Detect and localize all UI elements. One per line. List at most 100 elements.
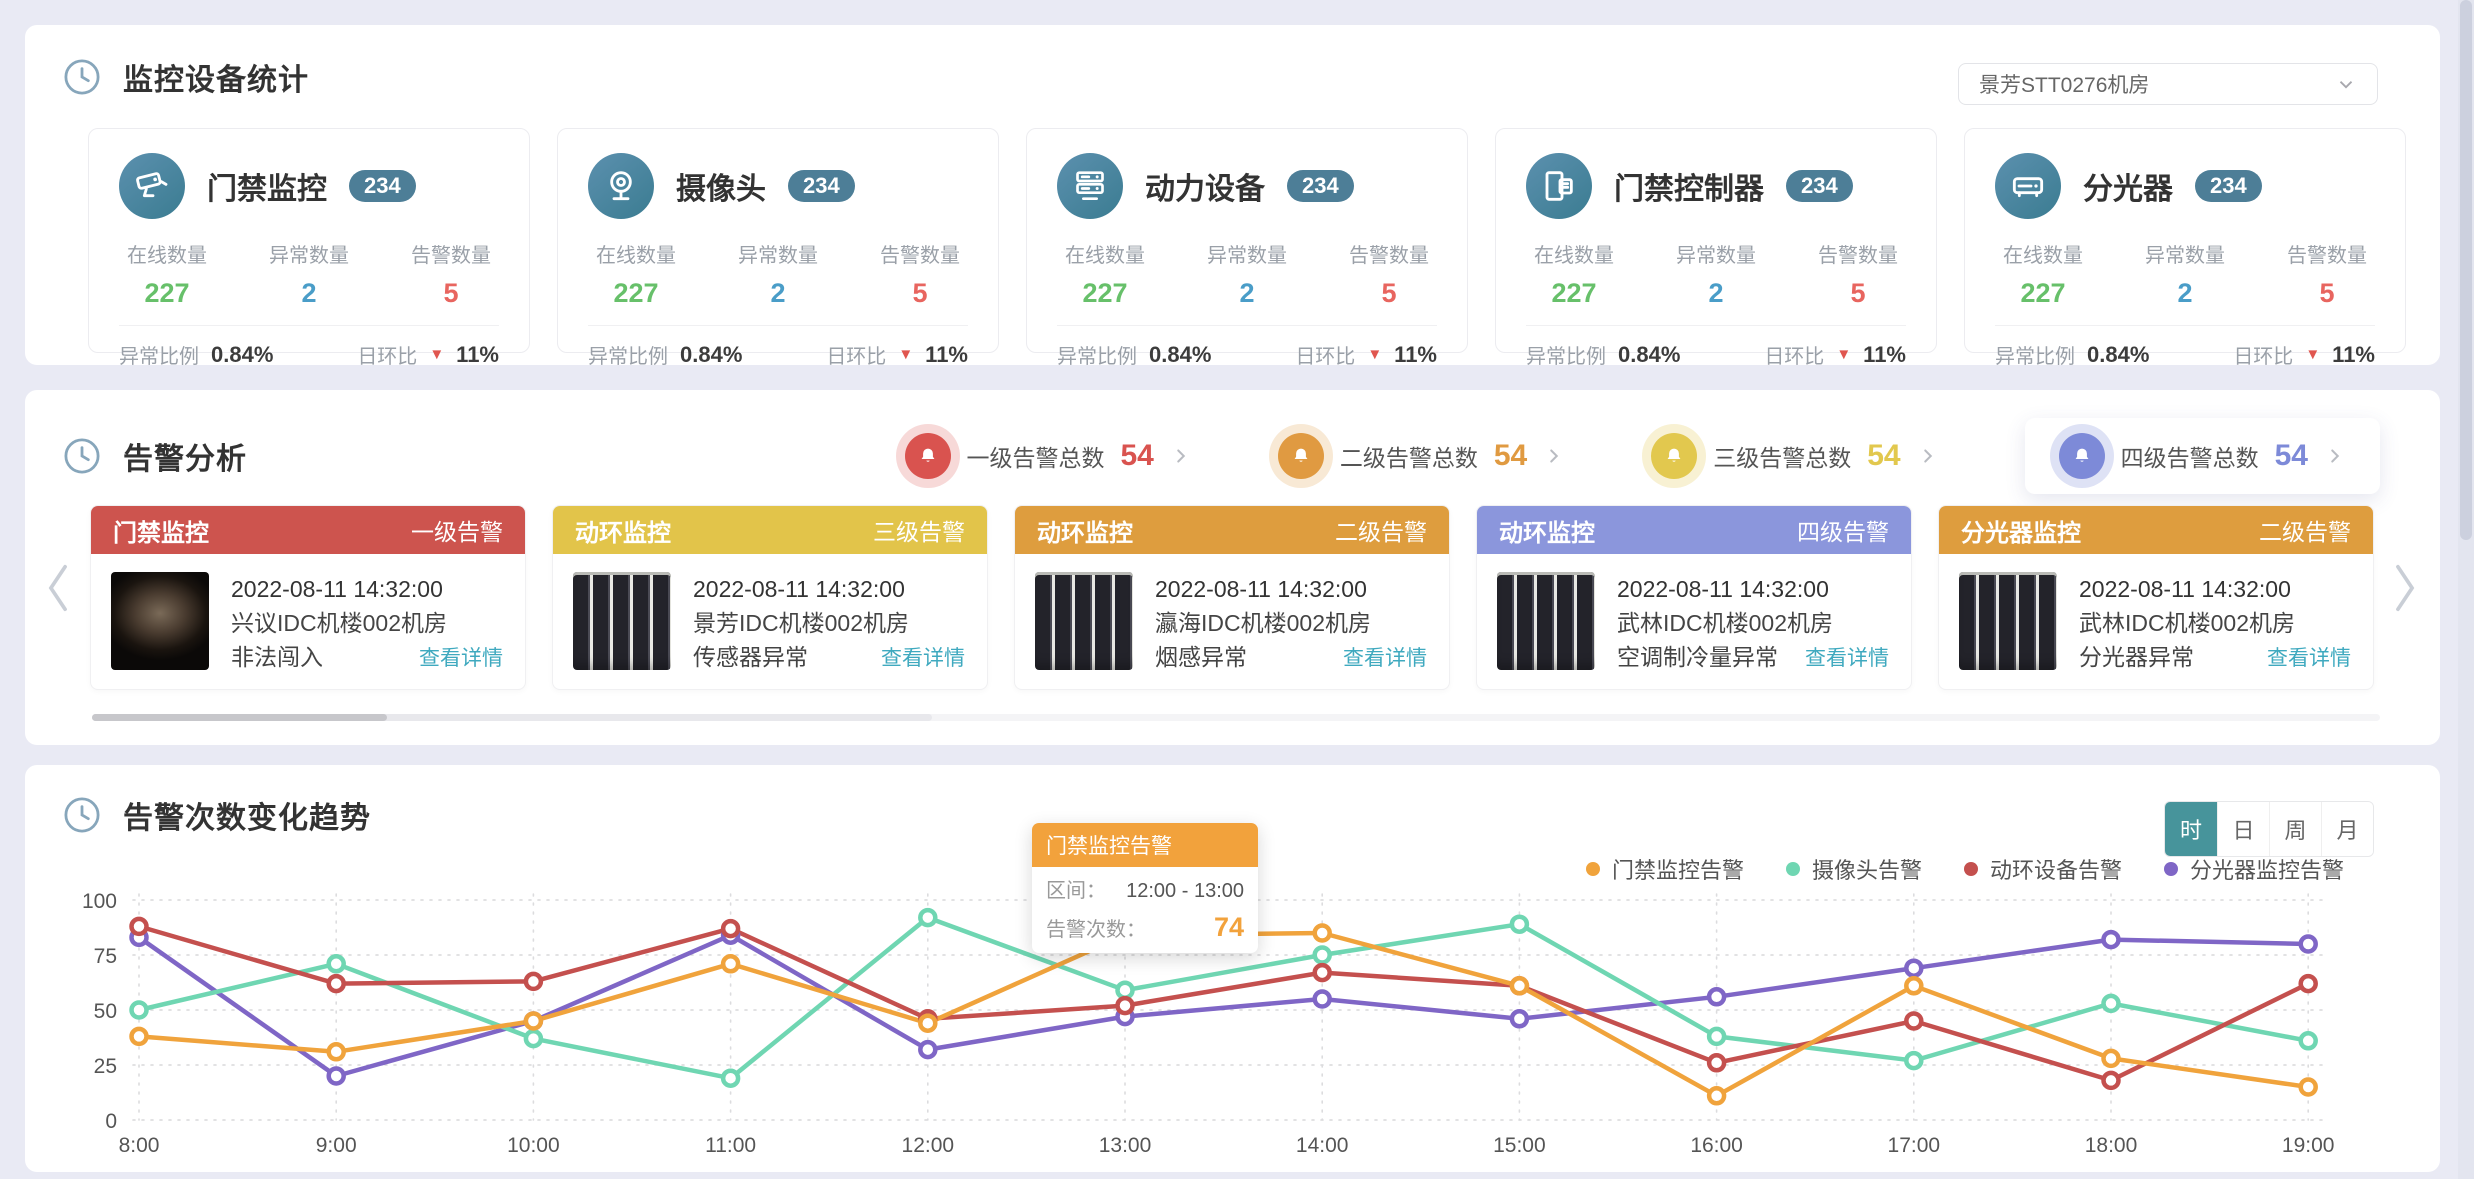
carousel-prev-button[interactable] (41, 555, 75, 621)
svg-text:14:00: 14:00 (1296, 1134, 1349, 1157)
view-details-link[interactable]: 查看详情 (2267, 642, 2351, 676)
chevron-right-icon[interactable] (2324, 445, 2346, 467)
alarm-card-header: 动环监控 三级告警 (553, 506, 987, 554)
svg-text:19:00: 19:00 (2282, 1134, 2335, 1157)
clock-icon (61, 56, 103, 98)
carousel-scrollbar[interactable] (92, 714, 2380, 721)
alarm-source: 分光器监控 (1961, 513, 2081, 548)
alarm-time: 2022-08-11 14:32:00 (1617, 572, 1891, 606)
day-over-day-label: 日环比 (2233, 340, 2293, 369)
device-name: 门禁监控 (207, 164, 327, 208)
chevron-down-icon (2335, 73, 2357, 95)
page-scrollbar[interactable] (2458, 0, 2474, 1179)
alarm-bell-icon (1278, 433, 1324, 479)
alarm-card[interactable]: 动环监控 四级告警 2022-08-11 14:32:00 武林IDC机楼002… (1476, 505, 1912, 690)
view-details-link[interactable]: 查看详情 (419, 642, 503, 676)
room-selector-dropdown[interactable]: 景芳STT0276机房 (1958, 63, 2378, 105)
alarm-count-value: 5 (1341, 278, 1437, 309)
chevron-right-icon[interactable] (1917, 445, 1939, 467)
alarm-level-summary[interactable]: 四级告警总数 54 (2025, 418, 2380, 494)
alarm-location: 景芳IDC机楼002机房 (693, 606, 967, 640)
device-name: 摄像头 (676, 164, 766, 208)
alarm-level: 二级告警 (2259, 513, 2351, 547)
page-title: 监控设备统计 (123, 55, 309, 99)
device-name: 动力设备 (1145, 164, 1265, 208)
device-stat-card-header: 动力设备 234 (1057, 153, 1437, 219)
device-name: 分光器 (2083, 164, 2173, 208)
alarm-thumbnail (111, 572, 209, 670)
abnormal-count-label: 异常数量 (261, 239, 357, 268)
abnormal-ratio-value: 0.84% (1149, 342, 1211, 368)
alarm-thumbnail (573, 572, 671, 670)
alarm-time: 2022-08-11 14:32:00 (1155, 572, 1429, 606)
divider (1995, 325, 2375, 326)
room-selector-value: 景芳STT0276机房 (1979, 69, 2149, 99)
chevron-right-icon[interactable] (1170, 445, 1192, 467)
alarm-card-header: 分光器监控 二级告警 (1939, 506, 2373, 554)
device-stat-card-header: 门禁监控 234 (119, 153, 499, 219)
abnormal-count-value: 2 (261, 278, 357, 309)
abnormal-count-label: 异常数量 (1199, 239, 1295, 268)
abnormal-ratio-value: 0.84% (2087, 342, 2149, 368)
svg-text:100: 100 (82, 890, 117, 913)
day-over-day-label: 日环比 (357, 340, 417, 369)
alarm-card[interactable]: 动环监控 二级告警 2022-08-11 14:32:00 瀛海IDC机楼002… (1014, 505, 1450, 690)
webcam-icon (588, 153, 654, 219)
device-stat-cards: 门禁监控 234 在线数量 227 异常数量 2 告警数量 (88, 128, 2406, 353)
alarm-thumbnail (1035, 572, 1133, 670)
carousel-next-button[interactable] (2388, 555, 2422, 621)
device-stat-card: 摄像头 234 在线数量 227 异常数量 2 告警数量 (557, 128, 999, 353)
svg-text:75: 75 (94, 945, 117, 968)
alarm-card-header: 门禁监控 一级告警 (91, 506, 525, 554)
alarm-analysis-title: 告警分析 (123, 434, 247, 478)
tooltip-range-label: 区间： (1046, 874, 1106, 903)
alarm-card-header: 动环监控 二级告警 (1015, 506, 1449, 554)
svg-text:8:00: 8:00 (119, 1134, 160, 1157)
alarm-count-label: 告警数量 (1810, 239, 1906, 268)
day-over-day-label: 日环比 (1295, 340, 1355, 369)
alarm-level-count: 54 (2275, 439, 2308, 473)
view-details-link[interactable]: 查看详情 (1805, 642, 1889, 676)
alarm-level-count: 54 (1494, 439, 1527, 473)
alarm-card[interactable]: 动环监控 三级告警 2022-08-11 14:32:00 景芳IDC机楼002… (552, 505, 988, 690)
abnormal-ratio-value: 0.84% (1618, 342, 1680, 368)
svg-text:18:00: 18:00 (2085, 1134, 2138, 1157)
alarm-level-summary[interactable]: 三级告警总数 54 (1651, 433, 1938, 479)
alarm-level: 二级告警 (1335, 513, 1427, 547)
alarm-thumbnail (1497, 572, 1595, 670)
svg-text:50: 50 (94, 1000, 117, 1023)
alarm-level-summary[interactable]: 一级告警总数 54 (905, 433, 1192, 479)
abnormal-count-value: 2 (730, 278, 826, 309)
trend-down-icon: ▼ (1836, 346, 1851, 363)
divider (1526, 325, 1906, 326)
trend-down-icon: ▼ (429, 346, 444, 363)
alarm-count-value: 5 (1810, 278, 1906, 309)
alarm-card[interactable]: 门禁监控 一级告警 2022-08-11 14:32:00 兴议IDC机楼002… (90, 505, 526, 690)
svg-text:17:00: 17:00 (1888, 1134, 1941, 1157)
page-scrollbar-thumb[interactable] (2460, 0, 2472, 540)
alarm-bell-icon (1651, 433, 1697, 479)
alarm-location: 瀛海IDC机楼002机房 (1155, 606, 1429, 640)
svg-text:13:00: 13:00 (1099, 1134, 1152, 1157)
alarm-count-value: 5 (403, 278, 499, 309)
clock-icon (61, 435, 103, 477)
view-details-link[interactable]: 查看详情 (1343, 642, 1427, 676)
trend-down-icon: ▼ (898, 346, 913, 363)
device-count-badge: 234 (1786, 170, 1853, 202)
view-details-link[interactable]: 查看详情 (881, 642, 965, 676)
device-count-badge: 234 (349, 170, 416, 202)
abnormal-ratio-value: 0.84% (211, 342, 273, 368)
alarm-level-summary[interactable]: 二级告警总数 54 (1278, 433, 1565, 479)
alarm-count-label: 告警数量 (2279, 239, 2375, 268)
carousel-scrollbar-thumb[interactable] (92, 714, 387, 721)
alarm-level-label: 二级告警总数 (1340, 439, 1478, 473)
svg-text:15:00: 15:00 (1493, 1134, 1546, 1157)
svg-text:12:00: 12:00 (902, 1134, 955, 1157)
chart-tooltip: 门禁监控告警 区间： 12:00 - 13:00 告警次数： 74 (1032, 823, 1258, 953)
divider (1057, 325, 1437, 326)
chevron-right-icon[interactable] (1543, 445, 1565, 467)
trend-down-icon: ▼ (2305, 346, 2320, 363)
device-stats-panel: 监控设备统计 景芳STT0276机房 门禁监控 234 在线数量 227 (25, 25, 2440, 365)
alarm-card[interactable]: 分光器监控 二级告警 2022-08-11 14:32:00 武林IDC机楼00… (1938, 505, 2374, 690)
day-over-day-value: 11% (1863, 342, 1906, 368)
